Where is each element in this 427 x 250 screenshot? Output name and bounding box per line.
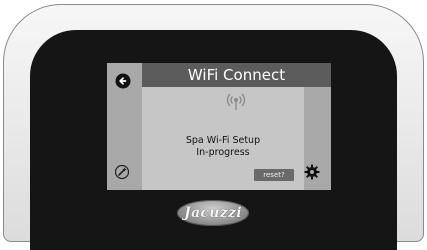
back-arrow-icon[interactable]	[115, 73, 131, 89]
status-message-line1: Spa Wi-Fi Setup	[185, 135, 261, 146]
screen-title: WiFi Connect	[142, 63, 331, 87]
logo-text: Jacuzzi	[184, 205, 242, 221]
wand-icon[interactable]	[114, 164, 130, 180]
brand-logo: Jacuzzi	[177, 200, 249, 226]
reset-button[interactable]: reset?	[254, 169, 294, 181]
wifi-signal-icon	[225, 91, 247, 111]
display-screen: WiFi Connect Spa Wi-Fi Setup In-progress…	[107, 63, 331, 190]
status-message-line2: In-progress	[196, 147, 250, 158]
gear-icon[interactable]	[304, 164, 320, 180]
